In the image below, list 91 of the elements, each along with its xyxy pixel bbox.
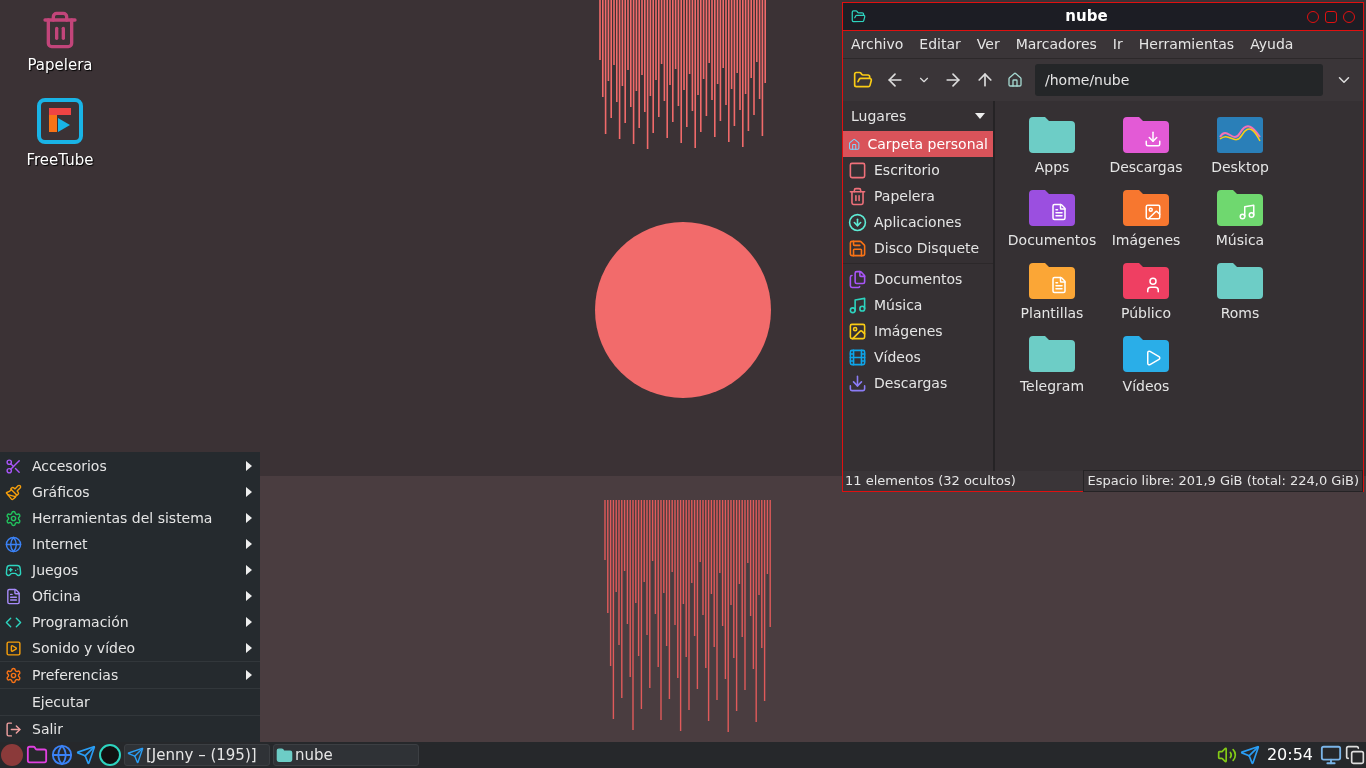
place-icon bbox=[848, 269, 867, 289]
folder-icon[interactable] bbox=[26, 744, 48, 766]
desktop-icon-label[interactable]: FreeTube bbox=[26, 148, 94, 171]
menu-item-icon bbox=[5, 587, 22, 605]
submenu-arrow-icon bbox=[246, 461, 252, 471]
menu-item[interactable]: Sonido y vídeo bbox=[0, 635, 260, 661]
place-icon bbox=[848, 321, 867, 341]
file-label[interactable]: Apps bbox=[1034, 157, 1070, 178]
file-label[interactable]: Descargas bbox=[1109, 157, 1183, 178]
network-icon[interactable] bbox=[1320, 744, 1342, 766]
menu-bar-item[interactable]: Archivo bbox=[851, 34, 904, 55]
sidebar-item[interactable]: Descargas bbox=[843, 370, 993, 396]
menu-bar-item[interactable]: Ver bbox=[976, 34, 1000, 55]
menu-bar-item[interactable]: Herramientas bbox=[1138, 34, 1235, 55]
task-button[interactable]: [Jenny – (195)] bbox=[124, 744, 270, 766]
menu-bar-item[interactable]: Ir bbox=[1112, 34, 1123, 55]
sidebar-heading[interactable]: Lugares bbox=[851, 105, 907, 127]
paper-plane-icon bbox=[127, 746, 144, 764]
menu-item[interactable]: Gráficos bbox=[0, 479, 260, 505]
sidebar-item[interactable]: Documentos bbox=[843, 266, 993, 292]
volume-icon[interactable] bbox=[1216, 745, 1237, 765]
file-label[interactable]: Telegram bbox=[1019, 376, 1085, 397]
maximize-button[interactable] bbox=[1325, 10, 1337, 23]
submenu-arrow-icon bbox=[246, 591, 252, 601]
submenu-arrow-icon bbox=[246, 565, 252, 575]
menu-item-icon bbox=[5, 666, 22, 684]
place-icon bbox=[848, 186, 867, 206]
menu-item-icon bbox=[5, 639, 22, 657]
menu-item-icon bbox=[5, 720, 22, 738]
submenu-arrow-icon bbox=[246, 617, 252, 627]
menu-bar-item[interactable]: Ayuda bbox=[1250, 34, 1294, 55]
file-label[interactable]: Público bbox=[1121, 303, 1171, 324]
submenu-arrow-icon bbox=[246, 670, 252, 680]
browser-icon[interactable] bbox=[51, 744, 73, 766]
sidebar-item[interactable]: Vídeos bbox=[843, 344, 993, 370]
menu-item[interactable]: Ejecutar bbox=[0, 689, 260, 715]
file-label[interactable]: Desktop bbox=[1211, 157, 1269, 178]
sidebar-item[interactable]: Música bbox=[843, 292, 993, 318]
place-icon bbox=[848, 160, 867, 180]
place-icon bbox=[848, 373, 867, 393]
dropdown-icon[interactable] bbox=[975, 113, 985, 119]
menu-item[interactable]: Accesorios bbox=[0, 453, 260, 479]
folder-icon bbox=[276, 746, 293, 764]
menu-item[interactable]: Juegos bbox=[0, 557, 260, 583]
sidebar-item[interactable]: Imágenes bbox=[843, 318, 993, 344]
path-field[interactable]: /home/nube bbox=[1035, 64, 1323, 96]
menu-item[interactable]: Oficina bbox=[0, 583, 260, 609]
file-label[interactable]: Roms bbox=[1220, 303, 1260, 324]
app-icon[interactable] bbox=[99, 744, 121, 766]
place-icon bbox=[848, 238, 867, 258]
new-folder-icon[interactable] bbox=[853, 70, 873, 90]
submenu-arrow-icon bbox=[246, 539, 252, 549]
menu-bar-item[interactable]: Marcadores bbox=[1015, 34, 1097, 55]
menu-item[interactable]: Herramientas del sistema bbox=[0, 505, 260, 531]
menu-item[interactable]: Salir bbox=[0, 716, 260, 742]
sidebar-item[interactable]: Carpeta personal bbox=[843, 131, 993, 157]
home-icon[interactable] bbox=[1007, 72, 1023, 88]
file-label[interactable]: Documentos bbox=[1007, 230, 1097, 251]
menu-item[interactable]: Internet bbox=[0, 531, 260, 557]
item-count: 11 elementos (32 ocultos) bbox=[845, 472, 1016, 491]
menu-item[interactable]: Programación bbox=[0, 609, 260, 635]
sidebar-item[interactable]: Escritorio bbox=[843, 157, 993, 183]
menu-item-icon bbox=[5, 509, 22, 527]
task-button[interactable]: nube bbox=[273, 744, 419, 766]
menu-item-icon bbox=[5, 483, 22, 501]
paper-plane-icon[interactable] bbox=[1239, 745, 1260, 765]
folder-icon bbox=[851, 9, 866, 24]
file-label[interactable]: Plantillas bbox=[1020, 303, 1084, 324]
submenu-arrow-icon bbox=[246, 487, 252, 497]
file-label[interactable]: Vídeos bbox=[1122, 376, 1170, 397]
sidebar-item[interactable]: Papelera bbox=[843, 183, 993, 209]
window-title: nube bbox=[1064, 6, 1109, 28]
menu-item-icon bbox=[5, 457, 22, 475]
clock[interactable]: 20:54 bbox=[1262, 743, 1317, 767]
file-label[interactable]: Música bbox=[1215, 230, 1265, 251]
paper-plane-icon[interactable] bbox=[76, 745, 96, 765]
menu-bar-item[interactable]: Editar bbox=[919, 34, 961, 55]
windows-icon[interactable] bbox=[1345, 745, 1365, 765]
free-space: Espacio libre: 201,9 GiB (total: 224,0 GiB) bbox=[1083, 470, 1363, 492]
place-icon bbox=[848, 212, 867, 232]
submenu-arrow-icon bbox=[246, 513, 252, 523]
place-icon bbox=[848, 347, 867, 367]
app-icon[interactable] bbox=[36, 96, 84, 145]
menu-item-icon bbox=[5, 535, 22, 553]
menu-item[interactable]: Preferencias bbox=[0, 662, 260, 688]
file-label[interactable]: Imágenes bbox=[1111, 230, 1181, 251]
sidebar-item[interactable]: Disco Disquete bbox=[843, 235, 993, 261]
sidebar-item[interactable]: Aplicaciones bbox=[843, 209, 993, 235]
submenu-arrow-icon bbox=[246, 643, 252, 653]
desktop-icon-label[interactable]: Papelera bbox=[27, 54, 93, 77]
place-icon bbox=[848, 295, 867, 315]
